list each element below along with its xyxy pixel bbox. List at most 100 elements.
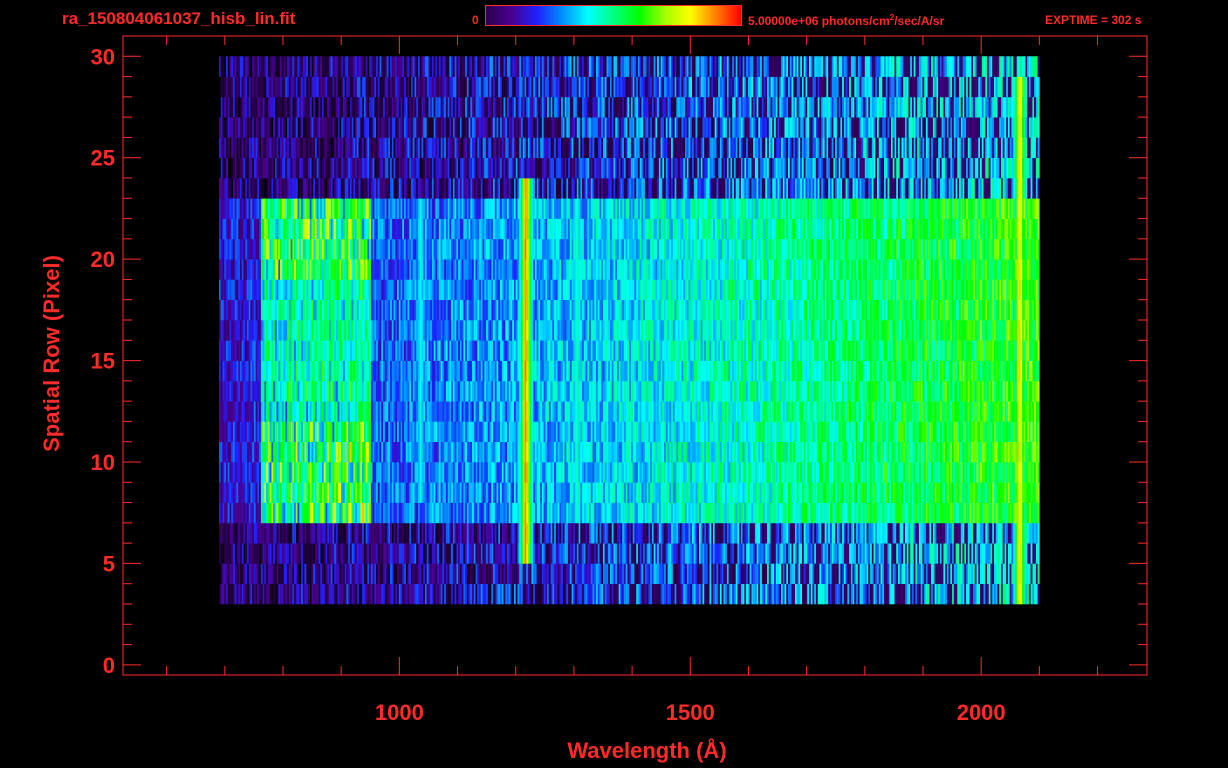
- heatmap-cell: [243, 563, 246, 584]
- heatmap-cell: [829, 502, 832, 524]
- heatmap-cell: [980, 563, 982, 584]
- heatmap-cell: [273, 421, 276, 442]
- spectrum-plot: 1000 1500 2000051015202530 Wavelength (Å) …: [39, 35, 1148, 763]
- heatmap-cell: [918, 502, 921, 524]
- heatmap-cell: [662, 462, 665, 483]
- heatmap-cell: [431, 380, 434, 402]
- heatmap-cell: [615, 543, 618, 564]
- heatmap-cell: [761, 563, 764, 584]
- heatmap-cell: [262, 563, 265, 584]
- heatmap-cell: [976, 462, 979, 483]
- heatmap-cell: [297, 502, 300, 524]
- heatmap-cell: [470, 583, 473, 605]
- heatmap-cell: [615, 563, 618, 584]
- heatmap-cell: [377, 380, 380, 402]
- heatmap-cell: [945, 563, 948, 584]
- heatmap-cell: [438, 502, 441, 524]
- heatmap-cell: [342, 441, 345, 463]
- heatmap-cell: [925, 583, 928, 605]
- heatmap-cell: [330, 522, 333, 544]
- heatmap-cell: [938, 543, 941, 564]
- heatmap-cell: [950, 401, 953, 422]
- heatmap-cell: [541, 380, 544, 402]
- heatmap-cell: [297, 441, 300, 463]
- heatmap-cell: [489, 583, 492, 605]
- heatmap-cell: [646, 401, 649, 422]
- heatmap-cell: [400, 421, 403, 442]
- heatmap-cell: [826, 502, 829, 524]
- heatmap-cell: [573, 401, 576, 422]
- heatmap-cell: [330, 482, 333, 503]
- heatmap-cell: [596, 502, 598, 524]
- heatmap-cell: [810, 482, 813, 503]
- heatmap-cell: [480, 401, 483, 422]
- heatmap-cell: [749, 462, 752, 483]
- heatmap-cell: [988, 441, 991, 463]
- heatmap-cell: [791, 482, 794, 503]
- heatmap-cell: [412, 421, 415, 442]
- heatmap-cell: [541, 462, 544, 483]
- heatmap-cell: [374, 522, 377, 544]
- heatmap-cell: [281, 421, 284, 442]
- heatmap-cell: [692, 380, 694, 402]
- heatmap-cell: [826, 543, 829, 564]
- heatmap-cell: [1002, 462, 1005, 483]
- heatmap-cell: [496, 583, 499, 605]
- heatmap-cell: [531, 462, 534, 483]
- heatmap-cell: [342, 401, 345, 422]
- heatmap-cell: [884, 441, 886, 463]
- heatmap-cell: [791, 543, 794, 564]
- heatmap-cell: [316, 583, 319, 605]
- heatmap-cell: [281, 482, 284, 503]
- heatmap-cell: [758, 421, 761, 442]
- heatmap-cell: [493, 401, 495, 422]
- heatmap-cell: [323, 462, 326, 483]
- heatmap-cell: [393, 502, 396, 524]
- heatmap-cell: [880, 421, 883, 442]
- heatmap-cell: [746, 563, 749, 584]
- heatmap-cell: [480, 462, 483, 483]
- heatmap-cell: [519, 543, 522, 564]
- heatmap-cell: [496, 502, 499, 524]
- heatmap-cell: [369, 421, 372, 442]
- heatmap-cell: [515, 482, 518, 503]
- heatmap-cell: [561, 482, 564, 503]
- heatmap-cell: [746, 441, 749, 463]
- heatmap-cell: [253, 543, 256, 564]
- heatmap-cell: [346, 482, 349, 503]
- heatmap-cell: [957, 462, 960, 483]
- heatmap-cell: [243, 462, 246, 483]
- heatmap-cell: [608, 543, 611, 564]
- heatmap-cell: [547, 502, 550, 524]
- heatmap-cell: [784, 543, 787, 564]
- heatmap-cell: [695, 421, 698, 442]
- heatmap-cell: [969, 583, 972, 605]
- heatmap-cell: [566, 543, 569, 564]
- heatmap-cell: [493, 563, 495, 584]
- heatmap-cell: [458, 401, 461, 422]
- heatmap-cell: [931, 441, 934, 463]
- heatmap-cell: [906, 401, 909, 422]
- heatmap-cell: [515, 583, 518, 605]
- heatmap-cell: [419, 380, 422, 402]
- heatmap-cell: [945, 482, 948, 503]
- heatmap-cell: [243, 421, 246, 442]
- heatmap-cell: [746, 522, 749, 544]
- heatmap-cell: [304, 421, 307, 442]
- heatmap-cell: [311, 482, 314, 503]
- heatmap-cell: [950, 421, 953, 442]
- heatmap-cell: [892, 522, 895, 544]
- heatmap-cell: [592, 502, 595, 524]
- heatmap-cell: [884, 563, 886, 584]
- heatmap-cell: [791, 401, 794, 422]
- heatmap-cell: [397, 421, 399, 442]
- heatmap-cell: [561, 401, 564, 422]
- heatmap-cell: [803, 522, 806, 544]
- heatmap-cell: [643, 563, 646, 584]
- heatmap-cell: [547, 482, 550, 503]
- heatmap-cell: [608, 380, 611, 402]
- heatmap-cell: [259, 380, 262, 402]
- heatmap-cell: [849, 543, 852, 564]
- heatmap-cell: [585, 441, 588, 463]
- heatmap-cell: [857, 543, 860, 564]
